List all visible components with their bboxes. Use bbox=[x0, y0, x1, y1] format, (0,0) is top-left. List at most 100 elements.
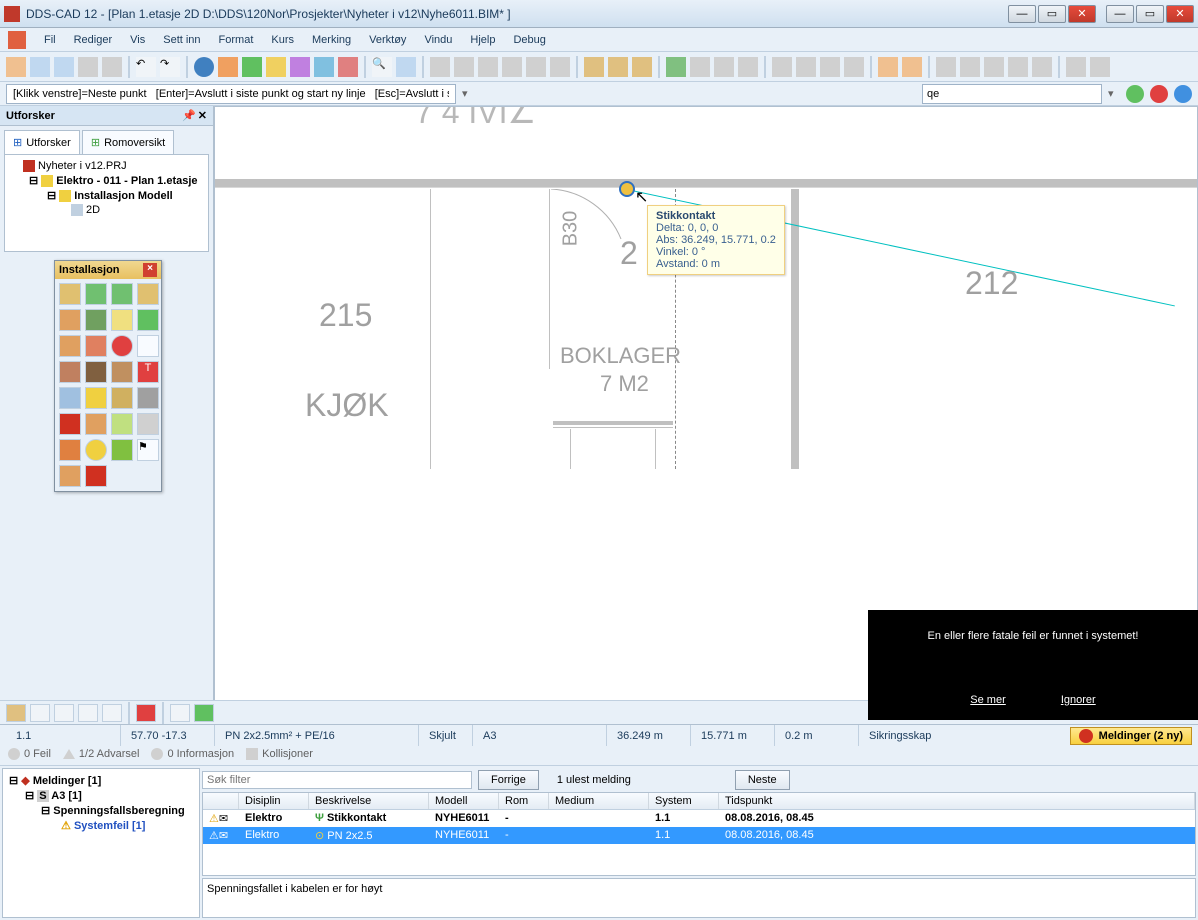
messages-search-input[interactable] bbox=[202, 771, 472, 789]
tool-i4[interactable] bbox=[844, 57, 864, 77]
bt-1[interactable] bbox=[6, 704, 26, 722]
child-close-button[interactable]: ✕ bbox=[1166, 5, 1194, 23]
pal-btn-21[interactable] bbox=[59, 413, 81, 435]
bt-6[interactable] bbox=[136, 704, 156, 722]
tool-print[interactable] bbox=[78, 57, 98, 77]
tool-a[interactable] bbox=[218, 57, 238, 77]
prev-button[interactable]: Forrige bbox=[478, 770, 539, 790]
tool-k3[interactable] bbox=[984, 57, 1004, 77]
tool-snap1[interactable] bbox=[584, 57, 604, 77]
msgtree-a3[interactable]: ⊟ S A3 [1] bbox=[7, 788, 195, 803]
menu-hjelp[interactable]: Hjelp bbox=[462, 32, 503, 48]
tool-g2[interactable] bbox=[454, 57, 474, 77]
tool-c[interactable] bbox=[266, 57, 286, 77]
tool-redo[interactable]: ↷ bbox=[160, 57, 180, 77]
pal-btn-22[interactable] bbox=[85, 413, 107, 435]
cancel-icon[interactable] bbox=[1150, 85, 1168, 103]
menu-vindu[interactable]: Vindu bbox=[416, 32, 460, 48]
socket-marker[interactable] bbox=[619, 181, 635, 197]
tool-pdf[interactable] bbox=[102, 57, 122, 77]
bt-3[interactable] bbox=[54, 704, 74, 722]
tool-f[interactable] bbox=[338, 57, 358, 77]
pal-btn-3[interactable] bbox=[111, 283, 133, 305]
command-search[interactable] bbox=[922, 84, 1102, 104]
close-button[interactable]: ✕ bbox=[1068, 5, 1096, 23]
bt-7[interactable] bbox=[170, 704, 190, 722]
project-tree[interactable]: Nyheter i v12.PRJ ⊟ Elektro - 011 - Plan… bbox=[4, 154, 209, 252]
child-minimize-button[interactable]: — bbox=[1106, 5, 1134, 23]
pal-btn-2[interactable] bbox=[85, 283, 107, 305]
toast-ignore-link[interactable]: Ignorer bbox=[1061, 694, 1096, 706]
tool-i2[interactable] bbox=[796, 57, 816, 77]
table-row[interactable]: ⚠✉ Elektro Ψ Stikkontakt NYHE6011 - 1.1 … bbox=[203, 810, 1195, 827]
pal-btn-10[interactable] bbox=[85, 335, 107, 357]
search-dropdown-icon[interactable]: ▾ bbox=[1108, 87, 1120, 100]
panel-close-icon[interactable]: ✕ bbox=[198, 109, 207, 122]
bt-8[interactable] bbox=[194, 704, 214, 722]
pal-btn-12[interactable] bbox=[137, 335, 159, 357]
menu-merking[interactable]: Merking bbox=[304, 32, 359, 48]
tool-open[interactable] bbox=[30, 57, 50, 77]
filter-warnings[interactable]: 1/2 Advarsel bbox=[63, 748, 140, 760]
tool-undo[interactable]: ↶ bbox=[136, 57, 156, 77]
tree-2d[interactable]: 2D bbox=[9, 203, 204, 217]
pal-btn-25[interactable] bbox=[59, 439, 81, 461]
tool-g5[interactable] bbox=[526, 57, 546, 77]
installasjon-palette[interactable]: Installasjon × T ⚑ bbox=[54, 260, 162, 492]
msgtree-sp[interactable]: ⊟ Spenningsfallsberegning bbox=[7, 803, 195, 818]
tool-k2[interactable] bbox=[960, 57, 980, 77]
pin-icon[interactable]: 📌 bbox=[182, 109, 196, 122]
ok-icon[interactable] bbox=[1126, 85, 1144, 103]
menu-vis[interactable]: Vis bbox=[122, 32, 153, 48]
tool-k5[interactable] bbox=[1032, 57, 1052, 77]
menu-fil[interactable]: Fil bbox=[36, 32, 64, 48]
pal-btn-15[interactable] bbox=[111, 361, 133, 383]
minimize-button[interactable]: — bbox=[1008, 5, 1036, 23]
tool-b[interactable] bbox=[242, 57, 262, 77]
pal-btn-4[interactable] bbox=[137, 283, 159, 305]
col-rom[interactable]: Rom bbox=[499, 793, 549, 809]
menu-kurs[interactable]: Kurs bbox=[263, 32, 302, 48]
pal-btn-9[interactable] bbox=[59, 335, 81, 357]
restore-button[interactable]: ▭ bbox=[1038, 5, 1066, 23]
tool-save[interactable] bbox=[54, 57, 74, 77]
tree-installasjon[interactable]: ⊟ Installasjon Modell bbox=[9, 188, 204, 203]
menu-verktoy[interactable]: Verktøy bbox=[361, 32, 414, 48]
pal-btn-6[interactable] bbox=[85, 309, 107, 331]
palette-close-icon[interactable]: × bbox=[143, 263, 157, 277]
tool-zoom[interactable]: 🔍 bbox=[372, 57, 392, 77]
pal-btn-20[interactable] bbox=[137, 387, 159, 409]
pal-btn-13[interactable] bbox=[59, 361, 81, 383]
toast-more-link[interactable]: Se mer bbox=[970, 694, 1005, 706]
child-restore-button[interactable]: ▭ bbox=[1136, 5, 1164, 23]
tool-g6[interactable] bbox=[550, 57, 570, 77]
tool-snap2[interactable] bbox=[608, 57, 628, 77]
menu-rediger[interactable]: Rediger bbox=[66, 32, 121, 48]
msgtree-systemfeil[interactable]: ⚠ Systemfeil [1] bbox=[7, 818, 195, 833]
tool-j1[interactable] bbox=[878, 57, 898, 77]
tool-snap3[interactable] bbox=[632, 57, 652, 77]
messages-tree[interactable]: ⊟ ◆ Meldinger [1] ⊟ S A3 [1] ⊟ Spennings… bbox=[2, 768, 200, 918]
pal-btn-28[interactable]: ⚑ bbox=[137, 439, 159, 461]
tool-j2[interactable] bbox=[902, 57, 922, 77]
col-disiplin[interactable]: Disiplin bbox=[239, 793, 309, 809]
pal-btn-24[interactable] bbox=[137, 413, 159, 435]
help-icon[interactable] bbox=[1174, 85, 1192, 103]
pal-btn-29[interactable] bbox=[59, 465, 81, 487]
col-beskrivelse[interactable]: Beskrivelse bbox=[309, 793, 429, 809]
tool-i3[interactable] bbox=[820, 57, 840, 77]
tool-h2[interactable] bbox=[690, 57, 710, 77]
pal-btn-17[interactable] bbox=[59, 387, 81, 409]
bt-5[interactable] bbox=[102, 704, 122, 722]
tool-l1[interactable] bbox=[1066, 57, 1086, 77]
tool-l2[interactable] bbox=[1090, 57, 1110, 77]
bt-2[interactable] bbox=[30, 704, 50, 722]
tool-k4[interactable] bbox=[1008, 57, 1028, 77]
tool-h3[interactable] bbox=[714, 57, 734, 77]
pal-btn-19[interactable] bbox=[111, 387, 133, 409]
pal-btn-16[interactable]: T bbox=[137, 361, 159, 383]
menu-format[interactable]: Format bbox=[211, 32, 262, 48]
tool-new[interactable] bbox=[6, 57, 26, 77]
pal-btn-5[interactable] bbox=[59, 309, 81, 331]
col-icons[interactable] bbox=[203, 793, 239, 809]
